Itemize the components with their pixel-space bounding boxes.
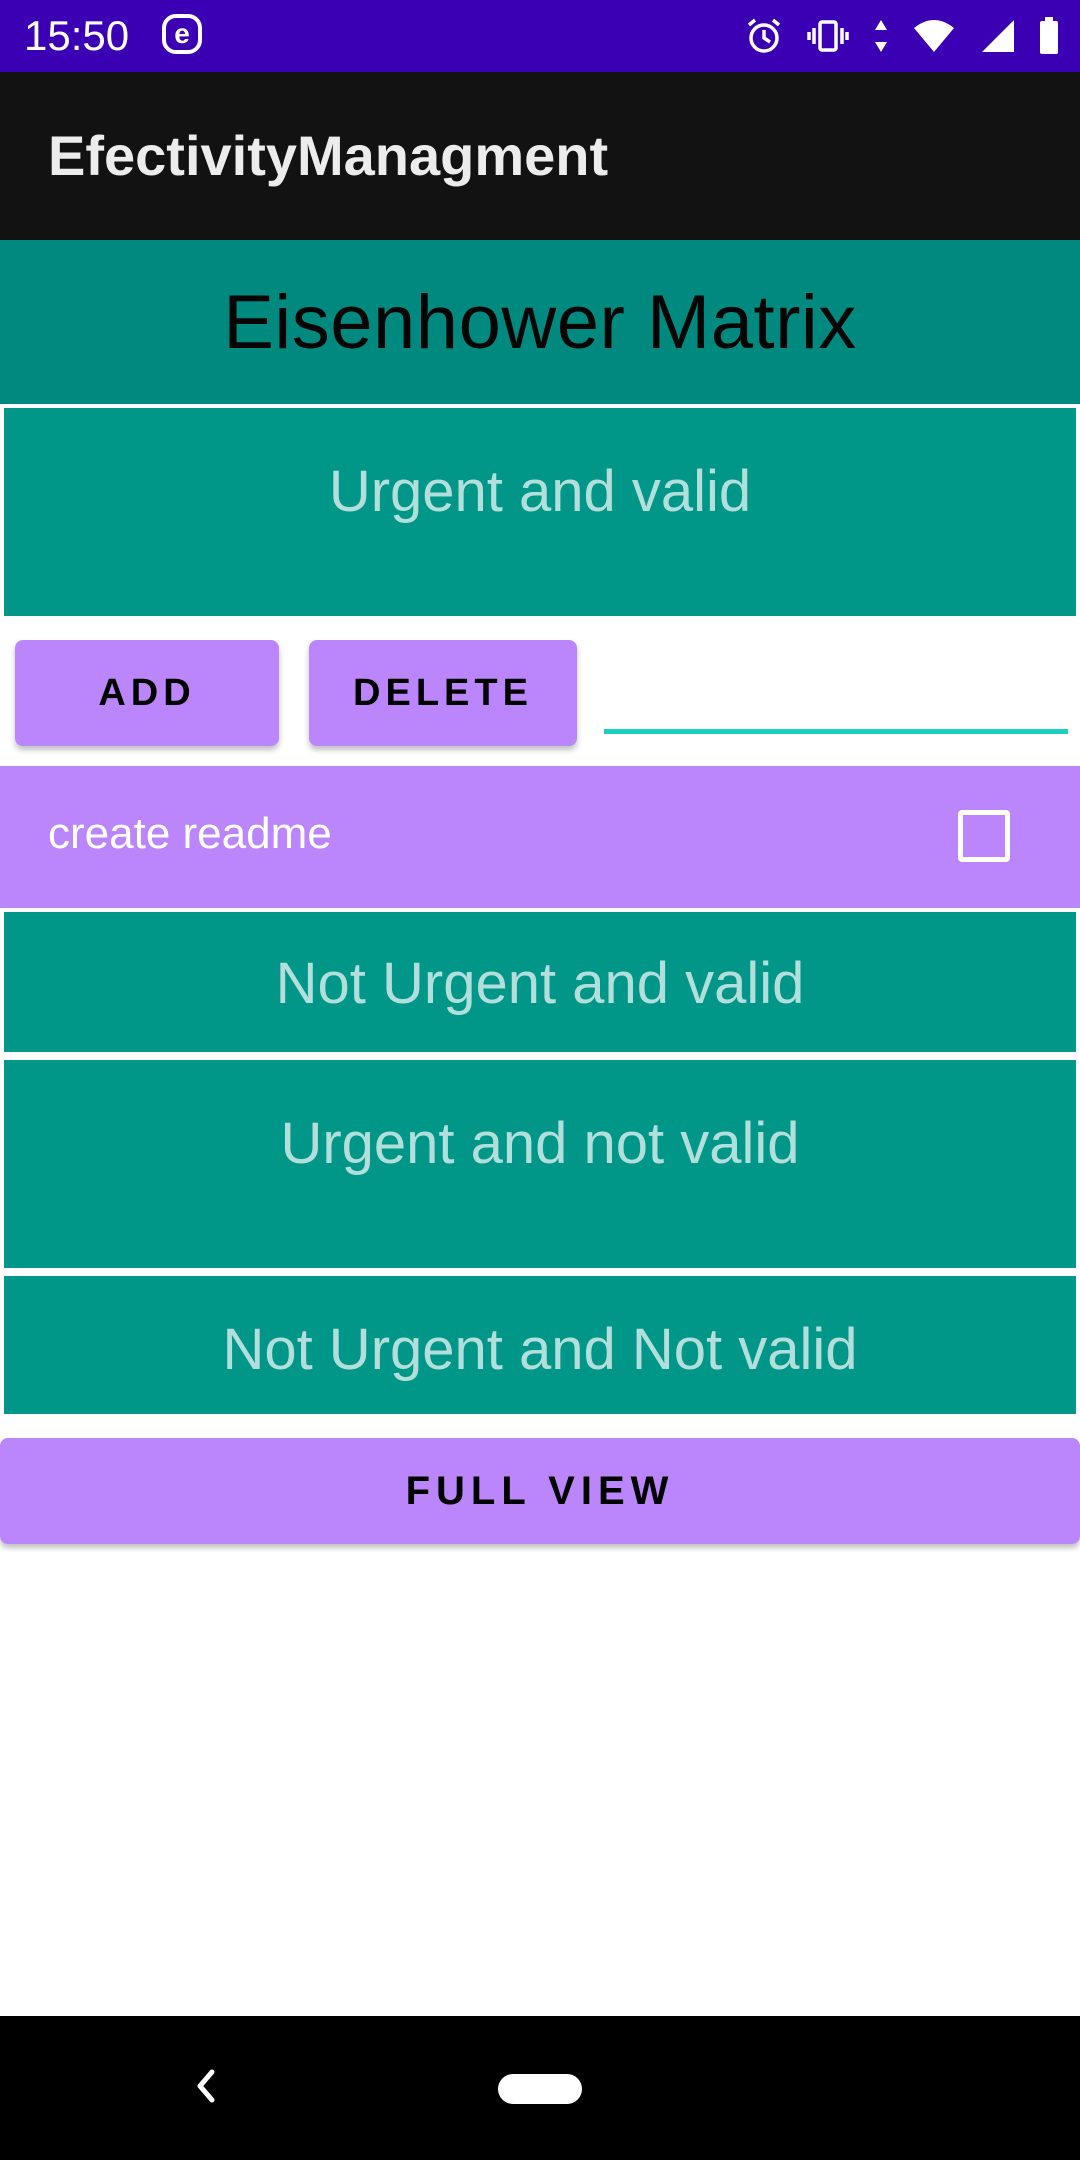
alarm-icon [744,16,784,56]
quadrant-not-urgent-valid[interactable]: Not Urgent and valid [4,912,1076,1052]
vibrate-icon [806,16,850,56]
matrix-title: Eisenhower Matrix [223,279,857,365]
screen: 15:50 e EfectivityManagment Eisenhower M… [0,0,1080,2160]
data-arrows-icon [872,16,890,56]
back-icon[interactable] [190,2064,220,2113]
app-notification-icon: e [162,14,202,54]
quadrant-label: Urgent and valid [328,459,752,524]
task-checkbox[interactable] [958,810,1010,862]
cell-signal-icon [978,16,1016,56]
task-item[interactable]: create readme [0,766,1080,908]
full-view-button[interactable]: FULL VIEW [0,1438,1080,1544]
navigation-bar [0,2016,1080,2160]
delete-button[interactable]: DELETE [309,640,577,746]
home-pill-icon[interactable] [498,2074,582,2104]
add-button[interactable]: ADD [15,640,279,746]
task-label: create readme [48,809,332,858]
quadrant-label: Urgent and not valid [280,1111,800,1176]
app-bar: EfectivityManagment [0,72,1080,240]
quadrant-urgent-valid[interactable]: Urgent and valid [4,408,1076,616]
wifi-icon [912,16,956,56]
quadrant-urgent-not-valid[interactable]: Urgent and not valid [4,1060,1076,1268]
battery-icon [1038,16,1060,56]
quadrant-label: Not Urgent and valid [275,951,805,1016]
quadrant-not-urgent-not-valid[interactable]: Not Urgent and Not valid [4,1276,1076,1414]
status-bar: 15:50 e [0,0,1080,72]
app-title: EfectivityManagment [48,124,609,187]
matrix-header: Eisenhower Matrix [0,240,1080,404]
status-time: 15:50 [24,12,130,59]
task-input[interactable] [604,650,1068,734]
quadrant-label: Not Urgent and Not valid [222,1317,858,1382]
status-icons [744,12,1060,60]
